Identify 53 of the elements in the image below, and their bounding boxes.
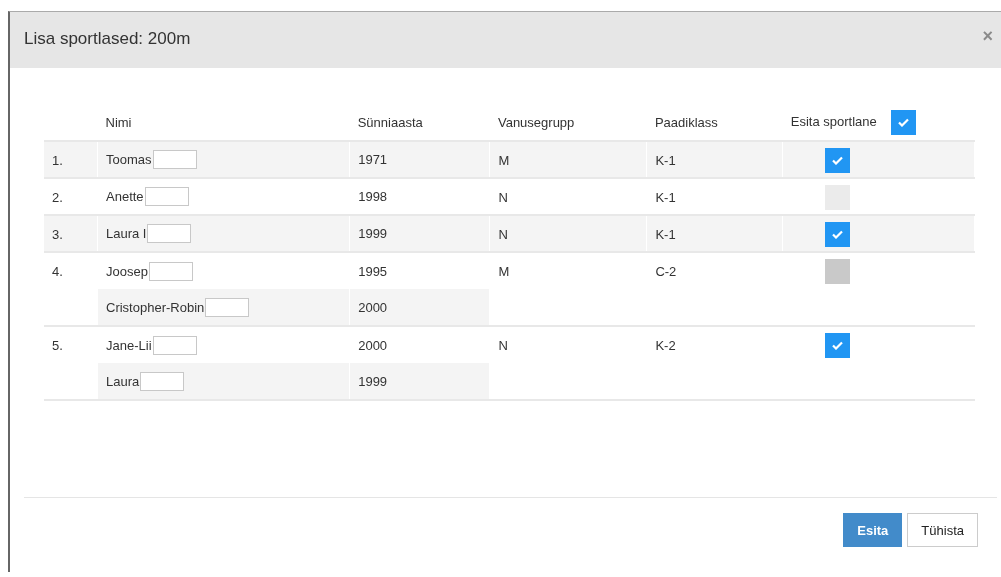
birth-year: 1999	[358, 226, 388, 241]
birth-year: 2000	[358, 299, 388, 315]
birth-year: 1995	[358, 263, 388, 279]
age-group: M	[498, 153, 510, 168]
birth-year: 1971	[358, 152, 388, 167]
check-icon	[832, 156, 844, 165]
boat-class: K-2	[655, 338, 676, 353]
age-group: N	[498, 190, 508, 205]
row-number: 2.	[52, 190, 63, 205]
submit-checkbox[interactable]	[825, 333, 851, 358]
close-button[interactable]: ×	[980, 26, 995, 47]
column-header: Esita sportlane	[790, 113, 877, 129]
check-icon	[832, 341, 844, 350]
name-field[interactable]	[144, 187, 189, 206]
submit-button[interactable]: Esita	[843, 513, 903, 547]
age-group: M	[498, 264, 510, 279]
submit-checkbox[interactable]	[825, 148, 851, 173]
birth-year: 1998	[358, 189, 388, 204]
age-group: N	[498, 227, 508, 242]
athlete-name: Anette	[106, 189, 144, 204]
column-header: Sünniaasta	[357, 114, 423, 130]
row-number: 3.	[52, 227, 63, 242]
row-number: 1.	[52, 153, 63, 168]
column-header: Nimi	[105, 114, 132, 130]
athlete-name: Cristopher-Robin	[106, 299, 205, 315]
check-icon	[897, 117, 909, 127]
name-field[interactable]	[148, 261, 193, 281]
athlete-name: Laura	[106, 373, 140, 389]
name-field[interactable]	[152, 150, 197, 169]
boat-class: K-1	[655, 190, 676, 205]
athlete-name: Joosep	[106, 263, 148, 279]
dialog-title: Lisa sportlased: 200m	[24, 29, 191, 49]
boat-class: K-1	[655, 153, 676, 168]
select-all-checkbox[interactable]	[890, 109, 916, 135]
column-header: Vanusegrupp	[497, 114, 575, 130]
row-number: 4.	[52, 264, 63, 279]
name-field[interactable]	[147, 224, 192, 243]
submit-checkbox[interactable]	[825, 222, 851, 247]
row-number: 5.	[52, 338, 63, 353]
birth-year: 1999	[358, 373, 388, 389]
boat-class: C-2	[655, 264, 677, 279]
name-field[interactable]	[205, 297, 250, 317]
name-field[interactable]	[140, 371, 185, 391]
age-group: N	[498, 338, 508, 353]
boat-class: K-1	[655, 227, 676, 242]
cancel-button[interactable]: Tühista	[907, 513, 978, 547]
athlete-name: Jane-Lii	[106, 337, 152, 353]
check-icon	[832, 230, 844, 239]
athlete-name: Laura I	[106, 226, 147, 241]
column-header: Paadiklass	[654, 114, 718, 130]
birth-year: 2000	[358, 337, 388, 353]
name-field[interactable]	[152, 335, 197, 355]
athlete-name: Toomas	[106, 152, 152, 167]
